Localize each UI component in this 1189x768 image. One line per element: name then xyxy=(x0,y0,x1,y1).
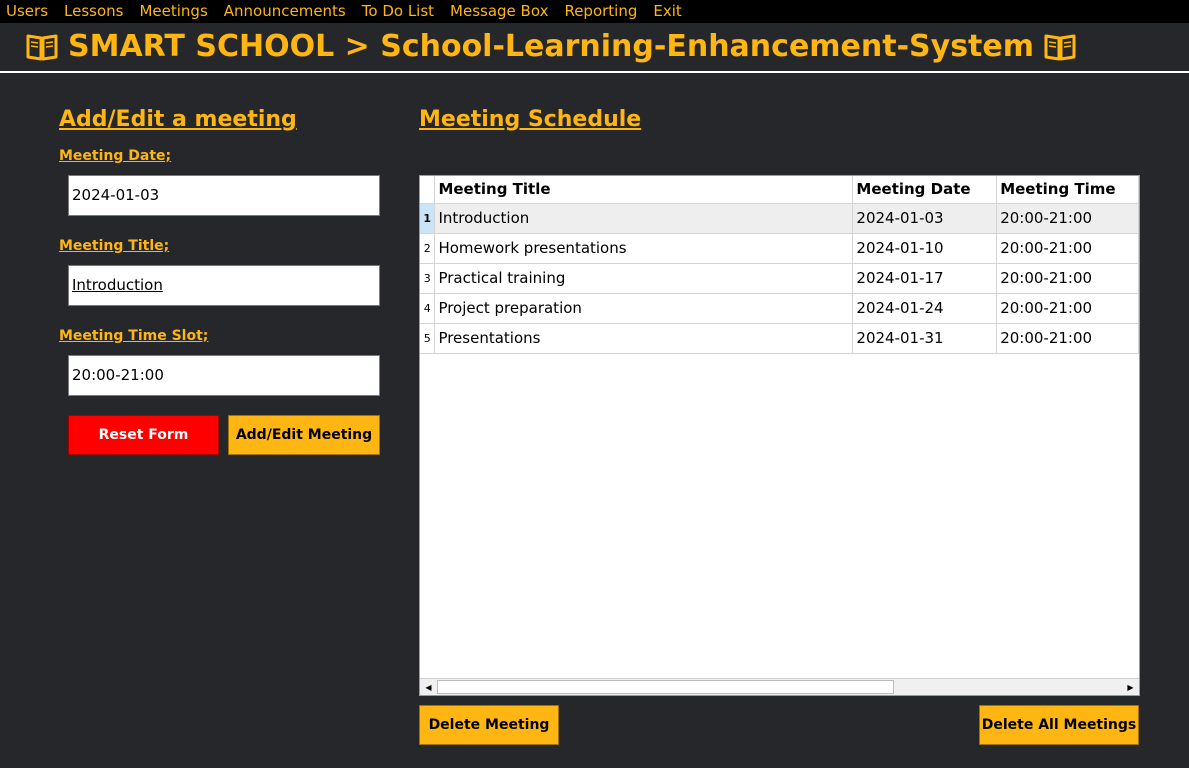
cell-date[interactable]: 2024-01-24 xyxy=(852,293,998,324)
horizontal-scrollbar[interactable]: ◀ ▶ xyxy=(420,678,1139,695)
cell-title[interactable]: Project preparation xyxy=(434,293,854,324)
meeting-date-label: Meeting Date; xyxy=(59,148,172,164)
menu-item-message-box[interactable]: Message Box xyxy=(445,0,553,23)
row-number: 3 xyxy=(420,263,436,294)
cell-time[interactable]: 20:00-21:00 xyxy=(996,293,1139,324)
delete-all-meetings-button[interactable]: Delete All Meetings xyxy=(979,705,1139,745)
meeting-time-label: Meeting Time Slot; xyxy=(59,328,209,344)
meeting-time-value: 20:00-21:00 xyxy=(72,366,164,384)
meeting-title-value: Introduction xyxy=(72,276,163,294)
row-number: 4 xyxy=(420,293,436,324)
cell-date[interactable]: 2024-01-10 xyxy=(852,233,998,264)
cell-title[interactable]: Homework presentations xyxy=(434,233,854,264)
scroll-left-arrow-icon[interactable]: ◀ xyxy=(421,679,436,695)
cell-time[interactable]: 20:00-21:00 xyxy=(996,233,1139,264)
table-row[interactable]: 3 Practical training 2024-01-17 20:00-21… xyxy=(420,263,1139,294)
column-header-date[interactable]: Meeting Date xyxy=(852,176,998,204)
menu-item-lessons[interactable]: Lessons xyxy=(59,0,128,23)
row-number-header xyxy=(420,176,436,204)
table-row[interactable]: 5 Presentations 2024-01-31 20:00-21:00 xyxy=(420,323,1139,354)
cell-time[interactable]: 20:00-21:00 xyxy=(996,203,1139,234)
table-row[interactable]: 4 Project preparation 2024-01-24 20:00-2… xyxy=(420,293,1139,324)
book-icon xyxy=(26,32,58,62)
table-header-row: Meeting Title Meeting Date Meeting Time xyxy=(420,176,1139,204)
menu-item-reporting[interactable]: Reporting xyxy=(559,0,642,23)
app-header: SMART SCHOOL > School-Learning-Enhanceme… xyxy=(0,23,1189,73)
column-header-title[interactable]: Meeting Title xyxy=(434,176,854,204)
row-number: 5 xyxy=(420,323,436,354)
cell-time[interactable]: 20:00-21:00 xyxy=(996,323,1139,354)
schedule-heading: Meeting Schedule xyxy=(419,107,642,132)
cell-title[interactable]: Introduction xyxy=(434,203,854,234)
meeting-table[interactable]: Meeting Title Meeting Date Meeting Time … xyxy=(419,175,1140,696)
cell-date[interactable]: 2024-01-31 xyxy=(852,323,998,354)
menu-item-exit[interactable]: Exit xyxy=(648,0,686,23)
column-header-time[interactable]: Meeting Time xyxy=(996,176,1139,204)
form-heading: Add/Edit a meeting xyxy=(59,107,297,132)
meeting-date-field[interactable]: 2024-01-03 xyxy=(68,175,380,216)
scroll-thumb[interactable] xyxy=(437,680,894,694)
meeting-date-value: 2024-01-03 xyxy=(72,186,160,204)
table-row[interactable]: 1 Introduction 2024-01-03 20:00-21:00 xyxy=(420,203,1139,234)
menu-item-announcements[interactable]: Announcements xyxy=(219,0,351,23)
table-row[interactable]: 2 Homework presentations 2024-01-10 20:0… xyxy=(420,233,1139,264)
cell-title[interactable]: Presentations xyxy=(434,323,854,354)
scroll-right-arrow-icon[interactable]: ▶ xyxy=(1123,679,1138,695)
meeting-title-field[interactable]: Introduction xyxy=(68,265,380,306)
meeting-title-label: Meeting Title; xyxy=(59,238,170,254)
add-edit-meeting-button[interactable]: Add/Edit Meeting xyxy=(228,415,380,455)
page-title: SMART SCHOOL > School-Learning-Enhanceme… xyxy=(68,29,1035,64)
menu-item-meetings[interactable]: Meetings xyxy=(134,0,212,23)
row-number: 1 xyxy=(420,203,436,234)
row-number: 2 xyxy=(420,233,436,264)
meeting-time-field[interactable]: 20:00-21:00 xyxy=(68,355,380,396)
cell-title[interactable]: Practical training xyxy=(434,263,854,294)
menu-item-users[interactable]: Users xyxy=(0,0,53,23)
book-icon xyxy=(1044,32,1076,62)
cell-date[interactable]: 2024-01-17 xyxy=(852,263,998,294)
cell-date[interactable]: 2024-01-03 xyxy=(852,203,998,234)
menu-bar: Users Lessons Meetings Announcements To … xyxy=(0,0,1189,23)
cell-time[interactable]: 20:00-21:00 xyxy=(996,263,1139,294)
delete-meeting-button[interactable]: Delete Meeting xyxy=(419,705,559,745)
reset-form-button[interactable]: Reset Form xyxy=(68,415,219,455)
menu-item-todo-list[interactable]: To Do List xyxy=(357,0,439,23)
